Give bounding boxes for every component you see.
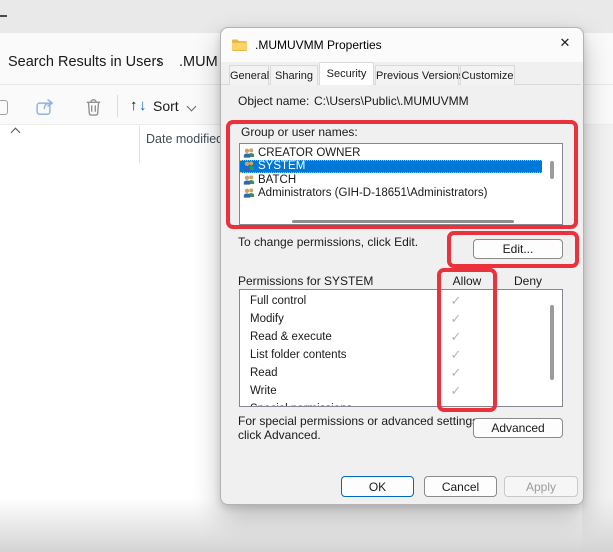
permission-row-full-control[interactable]: Full control ✓: [240, 292, 562, 310]
deny-column-header: Deny: [506, 274, 550, 288]
permission-row-read[interactable]: Read ✓: [240, 364, 562, 382]
group-user-names-label: Group or user names:: [241, 125, 358, 139]
column-divider: [139, 126, 140, 163]
breadcrumb-item-location[interactable]: Search Results in Users: [8, 53, 164, 71]
cancel-button[interactable]: Cancel: [424, 476, 497, 497]
vertical-scrollbar-thumb[interactable]: [550, 305, 554, 380]
users-icon: [243, 174, 255, 186]
permission-row-list-folder-contents[interactable]: List folder contents ✓: [240, 346, 562, 364]
edit-button[interactable]: Edit...: [473, 239, 563, 259]
vertical-scrollbar-thumb[interactable]: [550, 161, 554, 179]
tab-security[interactable]: Security: [319, 62, 374, 85]
allow-check-icon: ✓: [449, 364, 463, 382]
allow-check-icon: ✓: [449, 310, 463, 328]
sort-button-label: Sort: [153, 98, 179, 114]
allow-check-icon: ✓: [449, 292, 463, 310]
breadcrumb-item-file[interactable]: .MUM: [179, 53, 218, 71]
list-item-batch[interactable]: BATCH: [240, 173, 542, 187]
list-item-system-selected[interactable]: SYSTEM: [240, 160, 542, 174]
permissions-label: Permissions for SYSTEM: [238, 274, 373, 288]
toolbar-divider: [117, 95, 118, 117]
allow-column-header: Allow: [445, 274, 489, 288]
dialog-title: .MUMUVMM Properties: [255, 38, 382, 52]
sort-ascending-caret-icon: [11, 128, 21, 138]
users-icon: [243, 160, 255, 172]
object-name-label: Object name:: [238, 94, 309, 108]
sort-down-arrow-icon: ↓: [139, 97, 147, 114]
list-item-creator-owner[interactable]: CREATOR OWNER: [240, 146, 542, 160]
horizontal-scrollbar-thumb[interactable]: [292, 220, 514, 223]
folder-icon: [231, 38, 248, 55]
advanced-hint-line1: For special permissions or advanced sett…: [238, 414, 481, 428]
users-icon: [243, 187, 255, 199]
clipped-toolbar-icon: [0, 100, 8, 115]
breadcrumb-chevron-icon: ›: [157, 53, 162, 71]
allow-check-icon: ✓: [449, 328, 463, 346]
users-icon: [243, 147, 255, 159]
allow-check-icon: ✓: [449, 382, 463, 400]
properties-dialog: .MUMUVMM Properties ✕ General Sharing Se…: [220, 27, 584, 505]
ok-button[interactable]: OK: [341, 476, 414, 497]
tab-sharing[interactable]: Sharing: [270, 65, 318, 85]
advanced-button[interactable]: Advanced: [473, 418, 563, 438]
tab-previous-versions[interactable]: Previous Versions: [375, 65, 459, 85]
allow-check-icon: ✓: [449, 346, 463, 364]
tab-customize[interactable]: Customize: [460, 65, 515, 85]
window-edge-fragment: [0, 15, 7, 17]
permission-row-write[interactable]: Write ✓: [240, 382, 562, 400]
sort-up-arrow-icon: ↑: [130, 97, 138, 114]
object-name-value: C:\Users\Public\.MUMUVMM: [314, 94, 469, 108]
list-item-administrators[interactable]: Administrators (GIH-D-18651\Administrato…: [240, 187, 542, 201]
permission-row-read-execute[interactable]: Read & execute ✓: [240, 328, 562, 346]
chevron-down-icon: [187, 102, 197, 112]
group-user-list: CREATOR OWNER SYSTEM BATCH: [239, 143, 563, 225]
advanced-hint-line2: click Advanced.: [238, 428, 321, 442]
permission-row-modify[interactable]: Modify ✓: [240, 310, 562, 328]
close-icon[interactable]: ✕: [555, 33, 575, 53]
window-bottom-shade: [0, 498, 613, 552]
edit-hint-text: To change permissions, click Edit.: [238, 235, 418, 249]
column-header-date-modified[interactable]: Date modified: [146, 132, 223, 146]
sort-button[interactable]: ↑ ↓ Sort: [130, 94, 200, 120]
permissions-list: Full control ✓ Modify ✓ Read & execute ✓…: [239, 289, 563, 407]
share-icon[interactable]: [36, 96, 56, 118]
delete-trash-icon[interactable]: [85, 96, 102, 118]
permission-row-special-clipped[interactable]: Special permissions: [240, 400, 562, 407]
apply-button: Apply: [504, 476, 578, 497]
explorer-right-strip: [582, 125, 613, 552]
tab-strip: General Sharing Security Previous Versio…: [229, 62, 516, 85]
tab-general[interactable]: General: [229, 65, 269, 85]
